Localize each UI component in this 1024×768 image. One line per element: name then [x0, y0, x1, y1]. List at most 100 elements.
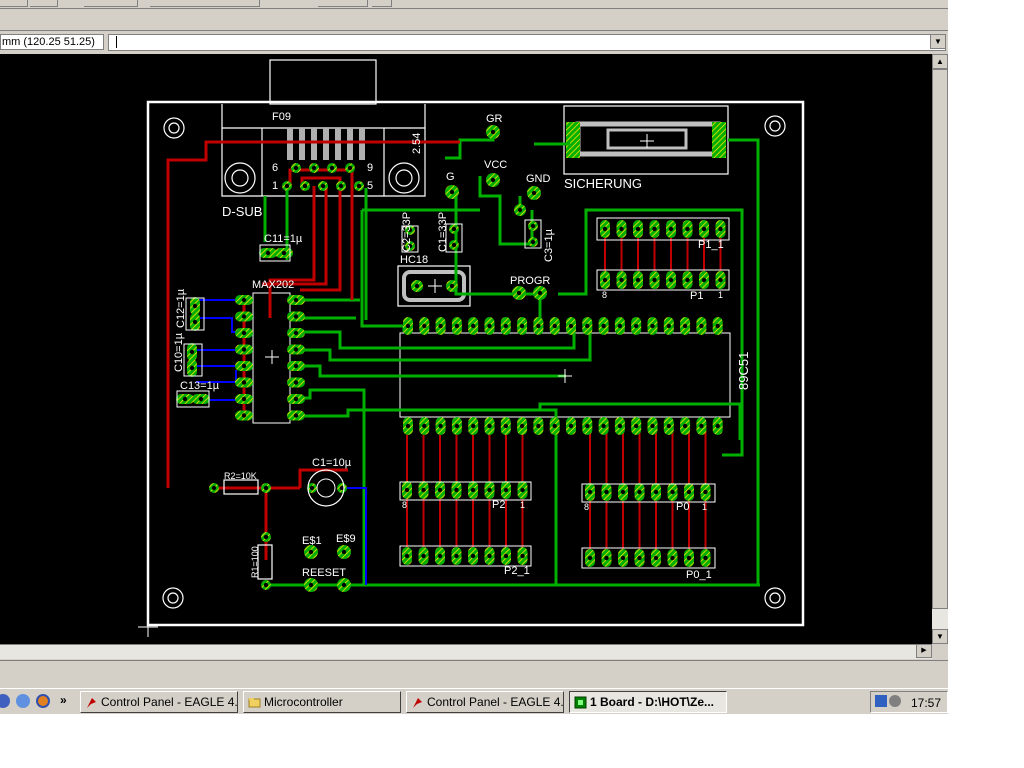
pad-drill	[617, 323, 623, 329]
pad-drill	[670, 555, 675, 561]
label-c10: C10=1µ	[173, 332, 185, 372]
label-gnd: GND	[526, 173, 551, 185]
pad-drill	[293, 314, 299, 319]
pad-drill	[536, 423, 541, 429]
scroll-right-icon[interactable]: ▶	[916, 644, 932, 658]
label-p0-pin1: 1	[702, 502, 707, 512]
pad-drill	[537, 290, 543, 296]
pad-drill	[666, 423, 671, 429]
pad-drill	[652, 226, 657, 232]
pad-drill	[182, 396, 188, 402]
toolbar-icon-group[interactable]	[318, 0, 368, 7]
scroll-thumb[interactable]	[932, 69, 948, 609]
toolbar-icon[interactable]	[372, 0, 392, 7]
pad-drill	[602, 226, 608, 232]
toolbar	[0, 0, 948, 9]
pad-drill	[451, 226, 457, 232]
capacitor-c1-inner	[316, 478, 336, 498]
pad-drill	[471, 423, 476, 429]
pcb-layout[interactable]: F09 D-SUB 6 1 9 5 2.54 GR VCC GND G SICH…	[0, 54, 932, 644]
pad-drill	[192, 303, 198, 309]
pad-drill	[198, 396, 204, 402]
pad-drill	[454, 423, 460, 429]
pad-drill	[634, 423, 639, 429]
command-row: mm (120.25 51.25)	[0, 32, 948, 52]
label-dsub: D-SUB	[222, 204, 262, 219]
pad-drill	[686, 489, 692, 495]
pad-drill	[487, 423, 492, 429]
pad-drill	[620, 489, 626, 495]
quicklaunch-icon[interactable]	[0, 694, 10, 708]
pad-drill	[451, 242, 457, 248]
pad-drill	[487, 487, 492, 493]
pad-drill	[682, 323, 688, 329]
pad-drill	[490, 177, 496, 183]
toolbar-icon[interactable]	[84, 0, 138, 7]
toolbar-icon[interactable]	[30, 0, 58, 7]
eagle-icon	[85, 695, 98, 708]
taskbar-button-control-panel-1[interactable]: Control Panel - EAGLE 4.1...	[80, 691, 238, 713]
pad-drill	[421, 553, 426, 559]
pad-drill	[587, 489, 593, 495]
pad-drill	[293, 363, 299, 369]
clock: 17:57	[910, 696, 941, 710]
status-bar	[0, 660, 948, 687]
label-vcc: VCC	[484, 159, 507, 171]
vertical-scrollbar[interactable]: ▲ ▼	[932, 54, 948, 644]
pad-drill	[470, 487, 476, 493]
pad-drill	[263, 485, 269, 491]
quicklaunch-icon[interactable]	[16, 694, 30, 708]
toolbar-icon-group[interactable]	[150, 0, 260, 7]
firefox-icon[interactable]	[36, 694, 50, 708]
pad-drill	[437, 487, 443, 493]
text-caret	[116, 36, 117, 48]
scroll-down-icon[interactable]: ▼	[932, 629, 948, 644]
pad-drill	[308, 582, 314, 588]
label-c3: C3=1µ	[543, 228, 555, 262]
horizontal-scrollbar[interactable]: ▶	[0, 644, 932, 659]
pad-drill	[668, 277, 674, 283]
pad-drill	[293, 347, 299, 352]
label-p1: P1	[690, 290, 703, 302]
pad-drill	[568, 323, 574, 329]
pad-drill	[699, 423, 704, 429]
pad-drill	[637, 489, 642, 495]
pad-drill	[414, 283, 420, 289]
pad-drill	[263, 582, 269, 588]
board-canvas[interactable]: F09 D-SUB 6 1 9 5 2.54 GR VCC GND G SICH…	[0, 54, 932, 644]
pad-drill	[637, 555, 642, 561]
coordinate-display: mm (120.25 51.25)	[0, 34, 104, 50]
pad-drill	[536, 323, 541, 329]
eagle-icon	[411, 695, 424, 708]
pad-drill	[404, 553, 410, 559]
pad-drill	[635, 226, 641, 232]
volume-icon[interactable]	[889, 695, 901, 707]
pad-drill	[454, 487, 459, 493]
pad-drill	[552, 423, 557, 429]
pad-drill	[347, 165, 353, 171]
label-p1-pin1: 1	[718, 290, 723, 300]
pad-drill	[635, 277, 641, 283]
pad-drill	[293, 165, 299, 171]
pad-drill	[620, 555, 626, 561]
pad-drill	[293, 330, 299, 336]
board-icon	[574, 695, 587, 709]
quicklaunch-overflow-icon[interactable]: »	[60, 693, 67, 707]
network-icon[interactable]	[875, 695, 887, 707]
pad-drill	[320, 183, 326, 189]
top-layer-traces	[166, 140, 460, 585]
pad-drill	[715, 323, 720, 329]
pad-drill	[241, 396, 247, 402]
taskbar-button-microcontroller[interactable]: Microcontroller	[243, 691, 401, 713]
toolbar-icon[interactable]	[0, 0, 28, 7]
taskbar-button-board[interactable]: 1 Board - D:\HOT\Ze...	[569, 691, 727, 713]
command-line-input[interactable]	[108, 34, 946, 51]
command-history-dropdown-icon[interactable]: ▼	[930, 34, 946, 49]
scroll-up-icon[interactable]: ▲	[932, 54, 948, 69]
label-pin6: 6	[272, 162, 278, 174]
pad-drill	[302, 183, 308, 189]
taskbar-button-control-panel-2[interactable]: Control Panel - EAGLE 4.1...	[406, 691, 564, 713]
label-hc18: HC18	[400, 254, 428, 266]
label-p1-pin8: 8	[602, 290, 607, 300]
pad-drill	[531, 190, 537, 196]
